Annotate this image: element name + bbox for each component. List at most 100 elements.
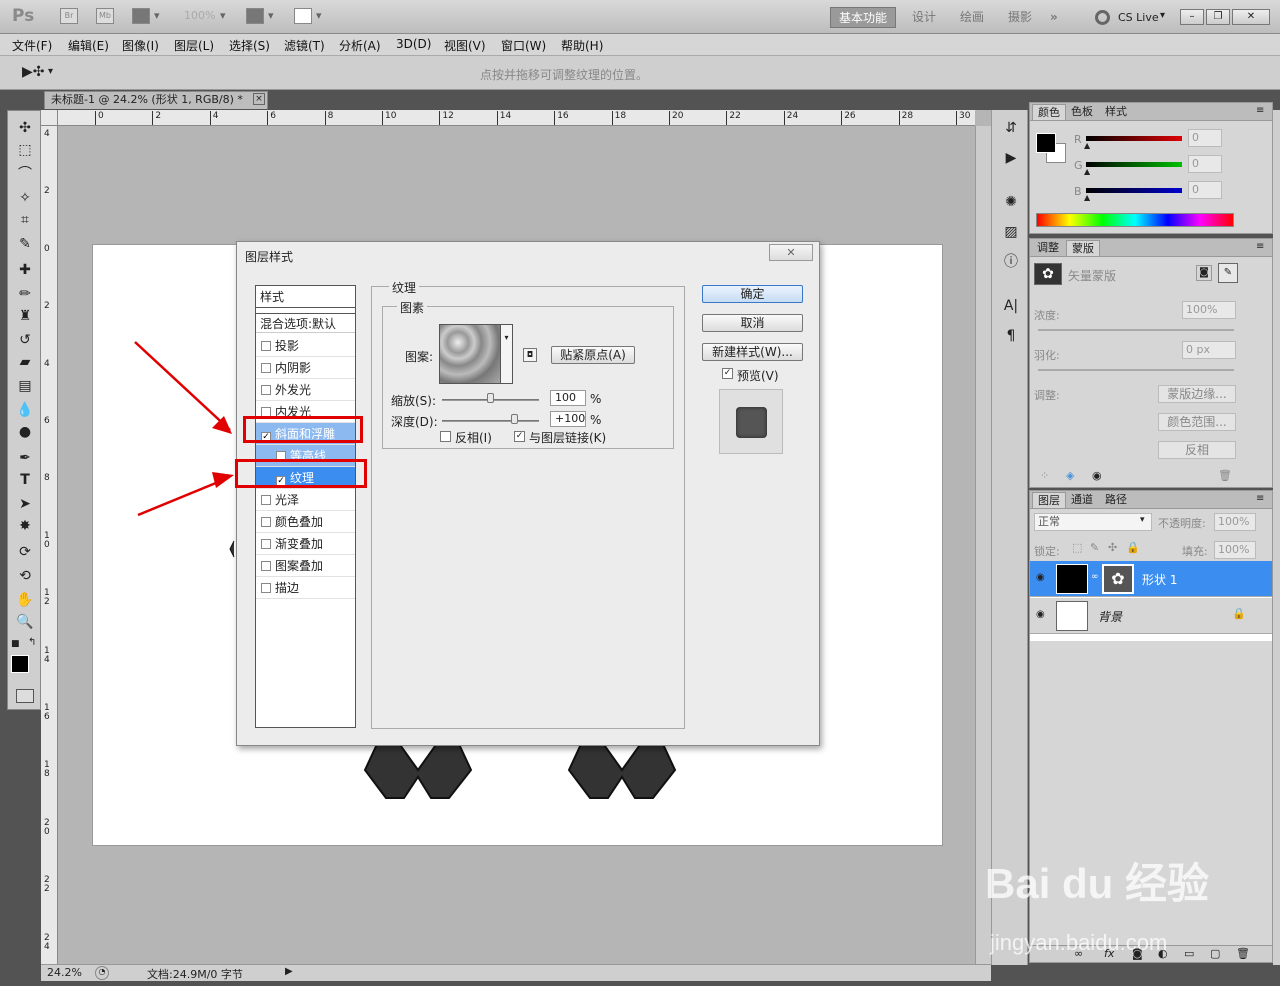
style-checkbox[interactable] [261,517,271,527]
menu-analysis[interactable]: 分析(A) [339,37,381,54]
delete-icon[interactable]: 🗑 [1218,469,1232,482]
ruler-origin[interactable] [41,110,58,126]
style-item[interactable]: 光泽 [256,489,355,511]
move-tool-preset-icon[interactable]: ▶✣ [22,64,45,80]
character-icon[interactable]: A| [1001,296,1021,316]
channel-slider[interactable] [1086,136,1182,141]
visibility-icon[interactable]: ◉ [1092,469,1102,482]
menu-filter[interactable]: 滤镜(T) [284,37,325,54]
blur-tool-icon[interactable]: 💧 [14,399,36,421]
channel-slider[interactable] [1086,162,1182,167]
tab-paths[interactable]: 路径 [1100,492,1132,508]
workspace-photography[interactable]: 摄影 [1000,7,1040,28]
menu-view[interactable]: 视图(V) [444,37,486,54]
tab-color[interactable]: 颜色 [1032,104,1066,120]
layer-name[interactable]: 背景 [1098,608,1122,625]
density-input[interactable]: 100% [1182,301,1236,319]
style-checkbox[interactable] [261,341,271,351]
invert-checkbox[interactable] [440,431,451,442]
pattern-dropdown-icon[interactable]: ▾ [501,324,513,384]
channel-slider[interactable] [1086,188,1182,193]
tab-masks[interactable]: 蒙版 [1066,240,1100,256]
layer-row[interactable]: ◉ ∞ ✿ 形状 1 [1030,561,1272,597]
style-item[interactable]: 颜色叠加 [256,511,355,533]
new-layer-icon[interactable]: ▢ [1210,947,1220,960]
color-spectrum[interactable] [1036,213,1234,227]
depth-slider[interactable] [442,420,539,422]
type-tool-icon[interactable]: T [14,469,36,491]
tab-styles[interactable]: 样式 [1100,104,1132,120]
scale-input[interactable]: 100 [550,390,586,406]
shape-tool-icon[interactable]: ✸ [14,515,36,537]
lasso-tool-icon[interactable]: ⌒ [14,163,36,185]
style-checkbox[interactable] [261,583,271,593]
ok-button[interactable]: 确定 [702,285,803,303]
view-extras-icon[interactable] [132,8,150,24]
fill-input[interactable]: 100% [1214,541,1256,559]
menu-window[interactable]: 窗口(W) [501,37,546,54]
foreground-color-swatch[interactable] [11,655,29,673]
channel-input[interactable]: 0 [1188,129,1222,147]
minimize-icon[interactable]: – [1180,9,1204,25]
cs-live-button[interactable]: CS Live [1118,11,1159,24]
channel-input[interactable]: 0 [1188,181,1222,199]
load-selection-icon[interactable]: ⁘ [1040,469,1049,482]
close-icon[interactable]: × [253,93,265,105]
info-icon[interactable]: ⓘ [1001,252,1021,272]
arrange-documents-icon[interactable] [246,8,264,24]
default-colors-icon[interactable]: ■ [11,639,20,649]
vector-mask-icon[interactable]: ✎ [1218,263,1238,283]
style-item[interactable]: 渐变叠加 [256,533,355,555]
new-group-icon[interactable]: ▭ [1184,947,1194,960]
foreground-color-swatch[interactable] [1036,133,1056,153]
cs-live-icon[interactable] [1095,10,1110,25]
feather-slider[interactable] [1038,369,1234,371]
restore-icon[interactable]: ❐ [1206,9,1230,25]
visibility-icon[interactable]: ◉ [1036,609,1045,620]
color-range-button[interactable]: 颜色范围... [1158,413,1236,431]
swap-colors-icon[interactable]: ↰ [28,637,36,648]
panel-menu-icon[interactable]: ≡ [1256,493,1264,504]
vertical-scrollbar[interactable] [975,126,991,964]
image-icon[interactable]: ▨ [1001,222,1021,242]
brush-tool-icon[interactable]: ✏ [14,283,36,305]
tab-layers[interactable]: 图层 [1032,492,1066,508]
gradient-tool-icon[interactable]: ▤ [14,375,36,397]
eyedropper-tool-icon[interactable]: ✎ [14,233,36,255]
link-with-layer-checkbox[interactable]: ✓ [514,431,525,442]
menu-select[interactable]: 选择(S) [229,37,270,54]
menu-image[interactable]: 图像(I) [122,37,159,54]
pen-tool-icon[interactable]: ✒ [14,447,36,469]
style-checkbox[interactable] [261,385,271,395]
menu-file[interactable]: 文件(F) [12,37,52,54]
delete-layer-icon[interactable]: 🗑 [1236,947,1250,960]
channel-slider-knob[interactable]: ▲ [1084,193,1090,202]
styles-header[interactable]: 样式 [256,286,355,308]
lock-all-icon[interactable]: 🔒 [1126,541,1140,554]
style-item[interactable]: 投影 [256,335,355,357]
menu-layer[interactable]: 图层(L) [174,37,214,54]
channel-slider-knob[interactable]: ▲ [1084,167,1090,176]
marquee-tool-icon[interactable]: ⬚ [14,139,36,161]
depth-input[interactable]: +100 [550,411,586,427]
tab-adjustments[interactable]: 调整 [1032,240,1064,256]
lock-pixels-icon[interactable]: ✎ [1090,541,1099,554]
bridge-button[interactable]: Br [60,8,78,24]
invert-button[interactable]: 反相 [1158,441,1236,459]
lock-transparency-icon[interactable]: ⬚ [1072,541,1082,554]
scale-slider-knob[interactable] [486,393,494,403]
stamp-tool-icon[interactable]: ♜ [14,305,36,327]
layer-row[interactable]: ◉ 背景 🔒 [1030,598,1272,634]
tab-swatches[interactable]: 色板 [1066,104,1098,120]
chevron-down-icon[interactable]: ▾ [48,66,53,77]
chevron-down-icon[interactable]: ▾ [1140,515,1145,525]
move-tool-icon[interactable]: ✣ [14,117,36,139]
panel-menu-icon[interactable]: ≡ [1256,105,1264,116]
chevron-down-icon[interactable]: ▾ [268,9,274,22]
status-icon[interactable]: ◔ [95,966,109,980]
crop-tool-icon[interactable]: ⌗ [14,209,36,231]
new-preset-icon[interactable]: ◘ [523,348,537,362]
zoom-tool-icon[interactable]: 🔍 [14,611,36,633]
style-checkbox[interactable] [261,363,271,373]
history-icon[interactable]: ⇵ [1001,118,1021,138]
